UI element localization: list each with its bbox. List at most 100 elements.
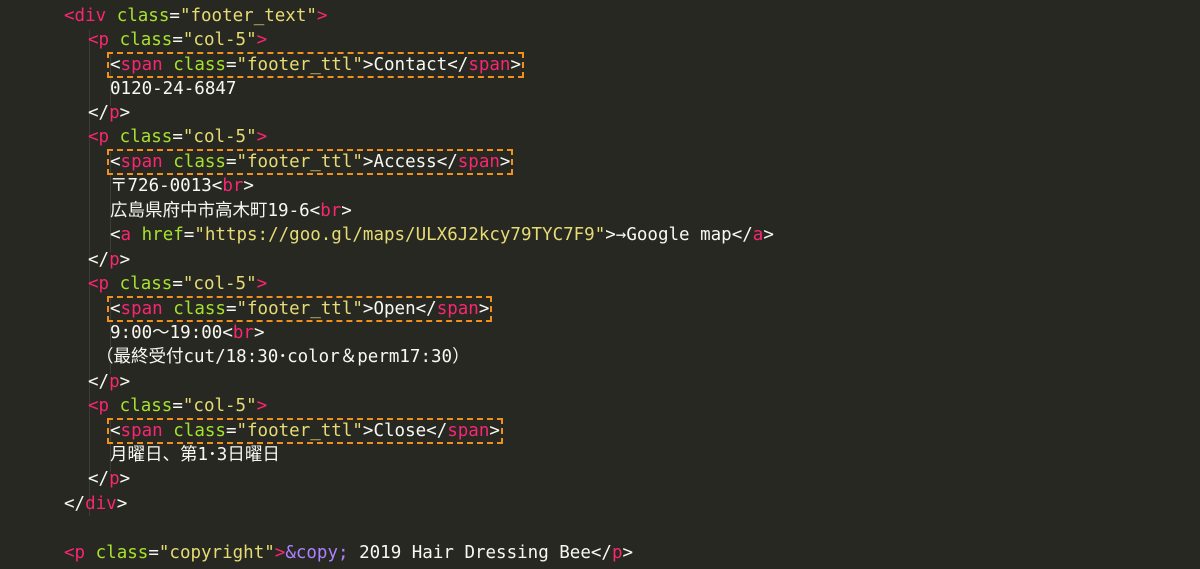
- tag-name: p: [98, 127, 110, 147]
- tag-bracket: <: [64, 6, 75, 26]
- attr-name: href: [141, 225, 184, 245]
- tag-bracket: <: [309, 201, 321, 221]
- tag-bracket: >: [119, 469, 131, 489]
- copy-entity: &copy;: [285, 543, 349, 563]
- attr-value: "col-5": [182, 30, 257, 50]
- code-line-p-close[interactable]: </p>: [88, 248, 130, 272]
- attr-name: class: [119, 396, 173, 416]
- closed-days-text: 月曜日、第1･3日曜日: [110, 445, 280, 465]
- code-line-p-close[interactable]: </p>: [88, 101, 130, 125]
- tag-name: p: [98, 396, 110, 416]
- code-line-contact-title[interactable]: <span class="footer_ttl">Contact</span>: [106, 52, 525, 78]
- tag-bracket: >: [362, 421, 374, 441]
- attr-name: class: [173, 55, 226, 75]
- tag-name: p: [611, 543, 623, 563]
- code-line-closed-days[interactable]: 月曜日、第1･3日曜日: [110, 443, 280, 467]
- tag-bracket: </: [436, 152, 458, 172]
- tag-bracket: >: [256, 127, 268, 147]
- tag-bracket: >: [362, 55, 374, 75]
- attr-name: class: [116, 6, 170, 26]
- tag-bracket: >: [489, 421, 500, 441]
- code-line-open-title[interactable]: <span class="footer_ttl">Open</span>: [106, 296, 493, 322]
- tag-bracket: <: [64, 543, 75, 563]
- code-line-hours-note[interactable]: （最終受付cut/18:30･color＆perm17:30）: [96, 345, 470, 369]
- code-line-close-title[interactable]: <span class="footer_ttl">Close</span>: [107, 418, 503, 444]
- tag-name: span: [468, 55, 511, 75]
- equals-sign: =: [148, 543, 159, 563]
- code-line-p-close[interactable]: </p>: [88, 467, 130, 491]
- address-text: 広島県府中市高木町19-6: [110, 201, 310, 221]
- tag-bracket: >: [316, 6, 328, 26]
- link-text: →Google map: [615, 225, 732, 245]
- tag-bracket: <: [88, 30, 99, 50]
- tag-name: p: [98, 274, 110, 294]
- code-line-address[interactable]: 広島県府中市高木町19-6<br>: [110, 199, 352, 223]
- tag-bracket: >: [256, 396, 268, 416]
- contact-title-text: Contact: [373, 55, 448, 75]
- attr-value: "col-5": [182, 127, 257, 147]
- tag-bracket: >: [499, 152, 511, 172]
- tag-bracket: </: [426, 421, 448, 441]
- tag-bracket: </: [447, 55, 469, 75]
- tag-name: br: [320, 201, 342, 221]
- attr-name: class: [119, 274, 173, 294]
- tag-name: span: [120, 152, 163, 172]
- tag-name: p: [74, 543, 86, 563]
- code-line-p-open[interactable]: <p class="col-5">: [88, 394, 267, 418]
- tag-bracket: </: [88, 469, 110, 489]
- tag-bracket: <: [110, 55, 121, 75]
- highlight-box-close: <span class="footer_ttl">Close</span>: [107, 418, 503, 444]
- code-line-map-link[interactable]: <a href="https://goo.gl/maps/ULX6J2kcy79…: [110, 223, 774, 247]
- code-line-postal[interactable]: 〒726-0013<br>: [110, 174, 254, 198]
- code-line-p-close[interactable]: </p>: [88, 370, 130, 394]
- equals-sign: =: [225, 152, 237, 172]
- attr-name: class: [173, 152, 226, 172]
- tag-bracket: <: [110, 152, 121, 172]
- tag-name: p: [109, 372, 120, 392]
- attr-name: class: [173, 299, 226, 319]
- highlight-box-access: <span class="footer_ttl">Access</span>: [106, 149, 514, 175]
- equals-sign: =: [225, 55, 237, 75]
- tag-bracket: </: [590, 543, 612, 563]
- code-line-phone[interactable]: 0120-24-6847: [110, 77, 236, 101]
- tag-bracket: </: [415, 299, 437, 319]
- link-href-value: "https://goo.gl/maps/ULX6J2kcy79TYC7F9": [194, 225, 606, 245]
- tag-name: span: [120, 421, 163, 441]
- tag-name: span: [447, 421, 490, 441]
- code-line-hours[interactable]: 9:00〜19:00<br>: [110, 321, 265, 345]
- tag-name: p: [109, 250, 120, 270]
- code-line-p-open[interactable]: <p class="col-5">: [88, 28, 267, 52]
- tag-bracket: </: [88, 103, 110, 123]
- tag-bracket: >: [256, 274, 268, 294]
- tag-name: br: [222, 176, 244, 196]
- code-editor[interactable]: <div class="footer_text"> <p class="col-…: [0, 0, 1200, 569]
- equals-sign: =: [225, 299, 237, 319]
- tag-bracket: >: [119, 372, 131, 392]
- attr-name: class: [173, 421, 226, 441]
- code-line-copyright[interactable]: <p class="copyright">&copy; 2019 Hair Dr…: [64, 541, 633, 565]
- tag-bracket: >: [341, 201, 352, 221]
- tag-bracket: >: [119, 103, 131, 123]
- equals-sign: =: [172, 30, 183, 50]
- tag-bracket: </: [88, 372, 110, 392]
- tag-bracket: </: [64, 494, 86, 514]
- attr-value: "col-5": [182, 274, 257, 294]
- code-line-p-open[interactable]: <p class="col-5">: [88, 272, 267, 296]
- tag-bracket: <: [110, 299, 121, 319]
- attr-value: "col-5": [182, 396, 257, 416]
- tag-bracket: <: [211, 176, 223, 196]
- tag-bracket: <: [222, 323, 233, 343]
- hours-note-text: （最終受付cut/18:30･color＆perm17:30）: [96, 347, 470, 367]
- tag-bracket: >: [763, 225, 774, 245]
- tag-bracket: <: [88, 396, 99, 416]
- attr-value: "footer_ttl": [236, 421, 363, 441]
- tag-name: span: [120, 299, 163, 319]
- code-line-access-title[interactable]: <span class="footer_ttl">Access</span>: [106, 149, 514, 175]
- open-title-text: Open: [373, 299, 416, 319]
- code-line-div-open[interactable]: <div class="footer_text">: [64, 4, 327, 28]
- code-line-p-open[interactable]: <p class="col-5">: [88, 125, 267, 149]
- code-line-div-close[interactable]: </div>: [64, 492, 127, 516]
- tag-bracket: >: [119, 250, 131, 270]
- tag-name: p: [109, 469, 120, 489]
- tag-bracket: >: [605, 225, 616, 245]
